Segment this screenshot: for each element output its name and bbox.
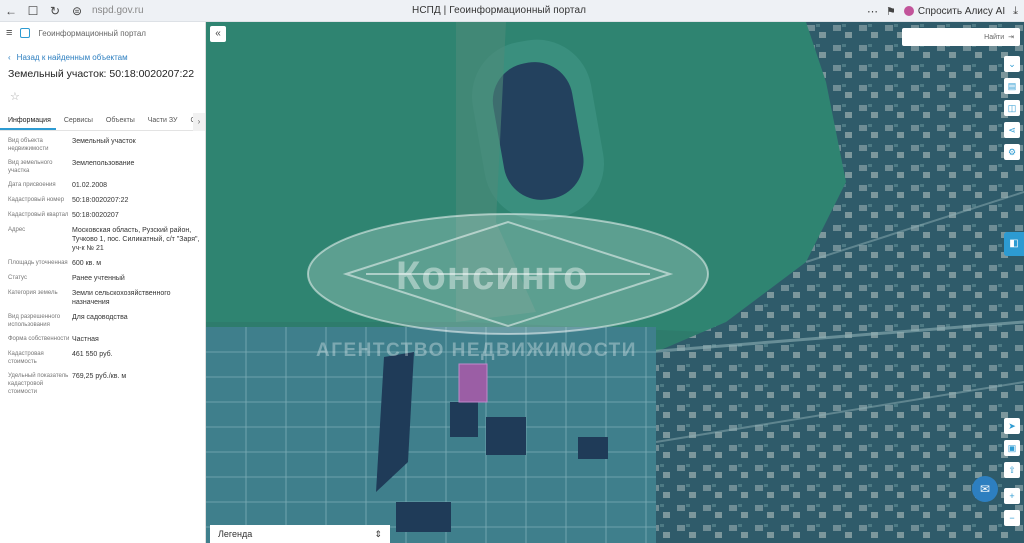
north-arrow-icon[interactable]: ⇧ xyxy=(1004,462,1020,478)
layers-expand-icon[interactable]: ⌄ xyxy=(1004,56,1020,72)
attribute-key: Кадастровый квартал xyxy=(8,212,69,218)
locate-icon[interactable]: ➤ xyxy=(1004,418,1020,434)
settings-icon[interactable]: ⚙ xyxy=(1004,144,1020,160)
basemap-icon[interactable]: ▣ xyxy=(1004,440,1020,456)
attribute-key: Кадастровый номер xyxy=(8,197,65,203)
attribute-key: Вид земельного участка xyxy=(8,160,53,174)
portal-name: Геоинформационный портал xyxy=(38,28,146,38)
tab-info[interactable]: Информация xyxy=(0,113,56,130)
attribute-row: Площадь уточненная 600 кв. м xyxy=(0,259,205,268)
attribute-value: Земли сельскохозяйственного назначения xyxy=(72,290,171,306)
zoom-out-button[interactable]: − xyxy=(1004,510,1020,526)
satellite-map[interactable] xyxy=(206,22,1024,543)
attribute-row: Адрес Московская область, Рузский район, … xyxy=(0,226,205,253)
hamburger-menu-icon[interactable]: ≡ xyxy=(6,27,12,39)
attribute-value: Ранее учтенный xyxy=(72,275,125,282)
legend-panel[interactable]: Легенда ⇕ xyxy=(210,525,390,543)
reload-icon[interactable]: ↻ xyxy=(44,0,66,22)
attribute-row: Удельный показатель кадастровой стоимост… xyxy=(0,372,205,396)
attribute-row: Статус Ранее учтенный xyxy=(0,274,205,283)
map-view[interactable]: Консинго АГЕНТСТВО НЕДВИЖИМОСТИ « Найти … xyxy=(206,22,1024,543)
attribute-value: 461 550 руб. xyxy=(72,351,113,358)
attribute-row: Кадастровый номер 50:18:0020207:22 xyxy=(0,196,205,205)
info-sidebar: ≡ Геоинформационный портал ‹ Назад к най… xyxy=(0,22,206,543)
tab-services[interactable]: Сервисы xyxy=(56,113,98,130)
tab-parts[interactable]: Части ЗУ xyxy=(140,113,183,130)
address-bar[interactable]: nspd.gov.ru xyxy=(92,5,392,16)
attribute-row: Форма собственности Частная xyxy=(0,335,205,344)
attribute-value: Для садоводства xyxy=(72,314,128,321)
attribute-key: Кадастровая стоимость xyxy=(8,351,44,365)
watermark-subtitle: АГЕНТСТВО НЕДВИЖИМОСТИ xyxy=(316,340,637,361)
attribute-value: Частная xyxy=(72,336,99,343)
attribute-key: Вид разрешенного использования xyxy=(8,314,61,328)
back-icon[interactable]: ← xyxy=(0,0,22,22)
favorite-star-icon[interactable]: ☆ xyxy=(10,90,205,103)
chevron-left-icon: ‹ xyxy=(8,53,11,62)
attribute-key: Категория земель xyxy=(8,290,58,296)
page-title: Земельный участок: 50:18:0020207:22 xyxy=(8,68,195,80)
attribute-row: Кадастровый квартал 50:18:0020207 xyxy=(0,211,205,220)
map-search-box[interactable]: Найти ⇥ xyxy=(902,28,1020,46)
attribute-key: Адрес xyxy=(8,227,26,233)
attribute-row: Вид разрешенного использования Для садово… xyxy=(0,313,205,329)
menu-dots-icon[interactable]: ⋯ xyxy=(867,5,878,18)
attribute-value: Московская область, Рузский район, Тучко… xyxy=(72,227,200,252)
attribute-key: Форма собственности xyxy=(8,336,70,342)
attribute-row: Кадастровая стоимость 461 550 руб. xyxy=(0,350,205,366)
attribute-value: Землепользование xyxy=(72,160,135,167)
attribute-value: 50:18:0020207 xyxy=(72,212,119,219)
attribute-row: Дата присвоения 01.02.2008 xyxy=(0,181,205,190)
attribute-key: Площадь уточненная xyxy=(8,260,68,266)
browser-toolbar: ← ☐ ↻ ⊜ nspd.gov.ru НСПД | Геоинформацио… xyxy=(0,0,1024,22)
info-tabs: Информация Сервисы Объекты Части ЗУ Сост… xyxy=(0,113,205,131)
tabs-next-icon[interactable]: › xyxy=(193,113,205,131)
alice-button[interactable]: Спросить Алису AI xyxy=(903,5,1006,17)
expand-icon: ⇕ xyxy=(374,528,382,539)
forward-icon[interactable]: ☐ xyxy=(22,0,44,22)
back-to-results-link[interactable]: ‹ Назад к найденным объектам xyxy=(8,53,205,62)
watermark-title: Консинго xyxy=(396,254,589,298)
share-icon[interactable]: ⋖ xyxy=(1004,122,1020,138)
attribute-row: Вид объекта недвижимости Земельный участо… xyxy=(0,137,205,153)
collapse-sidebar-button[interactable]: « xyxy=(210,26,226,42)
layers-icon[interactable]: ▤ xyxy=(1004,78,1020,94)
chat-icon[interactable]: ✉ xyxy=(972,476,998,502)
attribute-key: Дата присвоения xyxy=(8,182,56,188)
attribute-key: Удельный показатель кадастровой стоимост… xyxy=(8,373,69,395)
attribute-value: 01.02.2008 xyxy=(72,182,108,189)
attribute-value: 769,25 руб./кв. м xyxy=(72,373,127,380)
attribute-key: Статус xyxy=(8,275,27,281)
attribute-row: Вид земельного участка Землепользование xyxy=(0,159,205,175)
attribute-value: Земельный участок xyxy=(72,138,136,145)
zoom-in-button[interactable]: + xyxy=(1004,488,1020,504)
attribute-value: 600 кв. м xyxy=(72,260,102,267)
attribute-row: Категория земель Земли сельскохозяйственн… xyxy=(0,289,205,307)
page-tab-title: НСПД | Геоинформационный портал xyxy=(412,5,587,16)
attribute-key: Вид объекта недвижимости xyxy=(8,138,49,152)
tab-objects[interactable]: Объекты xyxy=(98,113,140,130)
alice-icon xyxy=(903,6,914,16)
map-search-label: Найти xyxy=(984,33,1005,41)
site-info-icon[interactable]: ⊜ xyxy=(66,0,88,22)
bookmark-icon[interactable]: ⚑ xyxy=(886,5,896,18)
attribute-value: 50:18:0020207:22 xyxy=(72,197,129,204)
legend-label: Легенда xyxy=(218,529,253,539)
login-icon: ⇥ xyxy=(1008,34,1014,41)
attributes-list: Вид объекта недвижимости Земельный участо… xyxy=(0,131,205,396)
measure-icon[interactable]: ◫ xyxy=(1004,100,1020,116)
portal-logo-icon xyxy=(20,28,31,38)
back-link-label: Назад к найденным объектам xyxy=(16,53,128,62)
alice-label: Спросить Алису AI xyxy=(917,5,1006,17)
download-icon[interactable]: ⤓ xyxy=(1013,5,1018,18)
side-panel-toggle-icon[interactable]: ◧ xyxy=(1004,232,1024,256)
